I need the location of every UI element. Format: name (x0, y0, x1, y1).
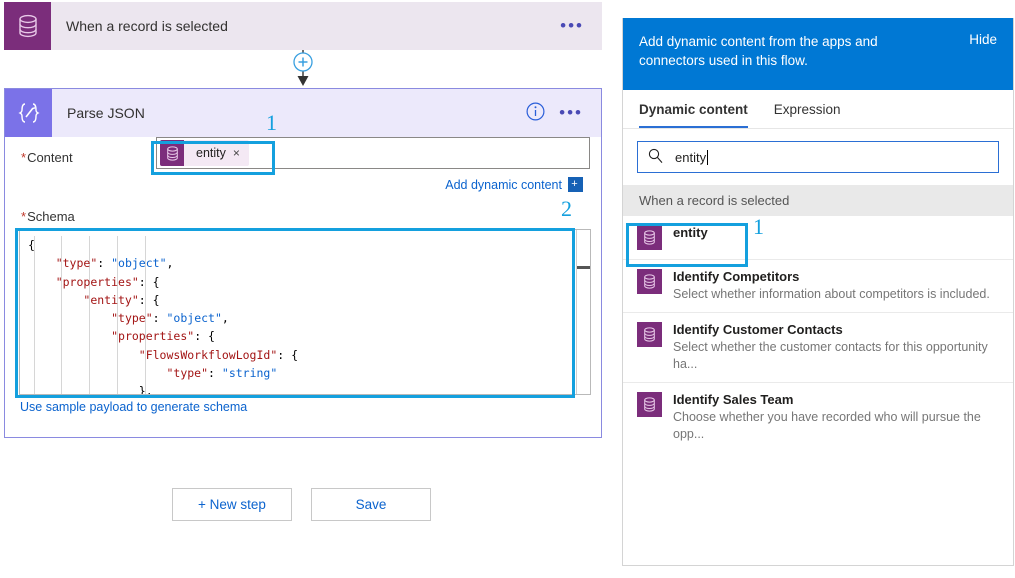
parse-json-title: Parse JSON (67, 105, 145, 121)
dynamic-content-item-title: Identify Customer Contacts (673, 322, 843, 337)
schema-code-line: "entity": { (83, 292, 160, 307)
trigger-title: When a record is selected (66, 18, 228, 34)
database-icon (637, 225, 662, 250)
content-input[interactable]: entity × (156, 137, 590, 169)
search-icon (648, 148, 663, 166)
plus-icon[interactable]: + (568, 177, 583, 192)
dynamic-content-item-description: Choose whether you have recorded who wil… (673, 410, 981, 441)
database-icon (4, 2, 51, 50)
schema-scrollbar[interactable] (576, 230, 590, 394)
trigger-card[interactable]: When a record is selected ••• (4, 2, 602, 50)
schema-code-line: { (28, 238, 35, 252)
add-dynamic-content-row: Add dynamic content + (445, 177, 583, 192)
dynamic-content-item[interactable]: Identify Sales Team Choose whether you ha… (623, 382, 1013, 452)
schema-code-line: "type": "object", (111, 311, 229, 326)
hide-panel-button[interactable]: Hide (969, 32, 997, 47)
dynamic-content-item-description: Select whether the customer contacts for… (673, 340, 988, 371)
schema-code-line: "properties": { (111, 329, 215, 344)
content-field-label: *Content (21, 150, 73, 165)
new-step-button[interactable]: + New step (172, 488, 292, 521)
tab-dynamic-content[interactable]: Dynamic content (639, 102, 748, 128)
search-input[interactable]: entity (637, 141, 999, 173)
schema-json-code[interactable]: { "type": "object", "properties": { "ent… (20, 230, 590, 395)
designer-footer-buttons: + New step Save (172, 488, 431, 521)
dynamic-content-search-wrapper: entity (623, 129, 1013, 185)
schema-field-label: *Schema (21, 209, 75, 224)
dynamic-content-item[interactable]: Identify Customer Contacts Select whether… (623, 312, 1013, 382)
parse-json-braces-icon (5, 89, 52, 137)
ellipsis-icon[interactable]: ••• (559, 104, 583, 121)
required-marker: * (21, 150, 27, 165)
entity-chip-label: entity (196, 146, 226, 160)
schema-code-line: }, (138, 384, 153, 395)
parse-json-action-card: Parse JSON ••• *Content entity × Add dyn… (4, 88, 602, 438)
dynamic-content-panel-header: Add dynamic content from the apps and co… (623, 18, 1013, 90)
dynamic-content-item[interactable]: entity (623, 216, 1013, 259)
content-field-row: *Content entity × (5, 137, 601, 181)
schema-code-line: "type": "string" (166, 366, 278, 381)
parse-json-header[interactable]: Parse JSON ••• (5, 89, 601, 137)
database-icon (160, 140, 184, 166)
tab-expression[interactable]: Expression (774, 102, 841, 128)
schema-code-line: "type": "object", (55, 256, 174, 271)
dynamic-content-group-header: When a record is selected (623, 185, 1013, 216)
text-caret (707, 149, 709, 165)
dynamic-content-panel-description: Add dynamic content from the apps and co… (639, 34, 878, 68)
schema-scrollbar-thumb[interactable] (577, 266, 590, 269)
dynamic-content-tabs: Dynamic content Expression (623, 90, 1013, 129)
database-icon (637, 322, 662, 347)
dynamic-content-item-title: Identify Competitors (673, 269, 800, 284)
database-icon (637, 392, 662, 417)
dynamic-content-item[interactable]: Identify Competitors Select whether infor… (623, 259, 1013, 312)
save-button[interactable]: Save (311, 488, 431, 521)
search-input-value[interactable]: entity (675, 150, 706, 165)
flow-designer-canvas: When a record is selected ••• Parse JSON (0, 0, 620, 578)
dynamic-content-list: entity Identify Competitors Select whether… (623, 216, 1013, 452)
dynamic-content-item-description: Select whether information about competi… (673, 287, 990, 301)
info-circle-icon[interactable] (526, 102, 545, 124)
dynamic-content-panel: Add dynamic content from the apps and co… (622, 18, 1014, 566)
add-step-plus-icon[interactable] (288, 50, 318, 88)
use-sample-payload-link[interactable]: Use sample payload to generate schema (20, 400, 247, 414)
database-icon (637, 269, 662, 294)
schema-textarea[interactable]: { "type": "object", "properties": { "ent… (19, 229, 591, 395)
schema-code-line: "properties": { (55, 274, 160, 289)
schema-code-line: "FlowsWorkflowLogId": { (138, 347, 299, 362)
required-marker: * (21, 209, 27, 224)
dynamic-content-item-title: entity (673, 225, 708, 240)
add-dynamic-content-link[interactable]: Add dynamic content (445, 178, 562, 192)
close-icon[interactable]: × (233, 146, 249, 160)
entity-token-chip[interactable]: entity × (160, 140, 249, 166)
dynamic-content-item-title: Identify Sales Team (673, 392, 794, 407)
ellipsis-icon[interactable]: ••• (560, 17, 584, 34)
